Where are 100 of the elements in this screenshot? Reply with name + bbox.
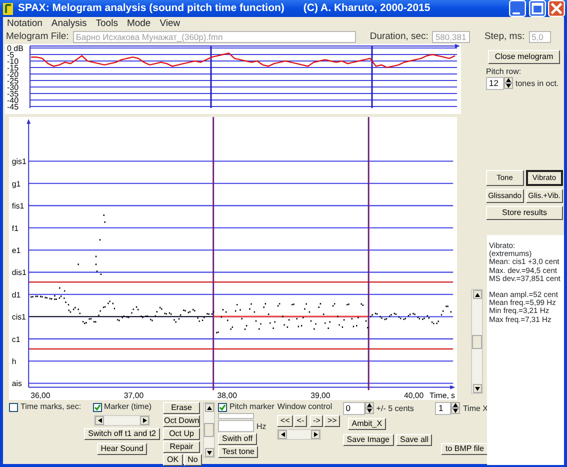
unit-label: +/- 5 cents — [376, 404, 414, 414]
pitch-label: cis1 — [12, 312, 26, 322]
edit-button[interactable]: Repair — [163, 441, 200, 453]
time-label: 37,00 — [124, 391, 144, 400]
field-label: Step, ms: — [484, 30, 525, 44]
switch-off-button[interactable]: Switch off t1 and t2 — [84, 428, 160, 440]
menu-item[interactable]: Tools — [96, 18, 118, 29]
store-results-button[interactable]: Store results — [486, 206, 563, 220]
pitch-label: g1 — [12, 179, 21, 188]
pitch-label: gis1 — [12, 157, 26, 166]
pitch-label: dis1 — [12, 268, 26, 278]
up-arrow-icon — [453, 403, 458, 407]
axis-label: -25 — [7, 76, 19, 86]
test-tone-button[interactable]: Test tone — [218, 446, 258, 458]
horizontal-scrollbar[interactable] — [277, 429, 322, 440]
spin-buttons[interactable] — [504, 77, 513, 90]
checkbox[interactable] — [92, 402, 102, 412]
scroll-button[interactable]: << — [277, 414, 293, 426]
ambit-button[interactable]: Ambit_X — [348, 418, 386, 430]
right-arrow-icon — [314, 432, 318, 437]
vertical-scrollbar[interactable] — [203, 402, 216, 458]
unit-label: tones in oct. — [516, 78, 559, 88]
menu-item[interactable]: View — [160, 18, 180, 29]
up-arrow-icon — [366, 403, 372, 407]
up-arrow-icon — [474, 292, 480, 296]
no-button[interactable]: No — [184, 454, 202, 466]
close-melogram-button[interactable]: Close melogram — [488, 50, 560, 64]
scrollbar-thumb[interactable] — [472, 334, 482, 348]
down-arrow-icon — [206, 450, 212, 454]
number-field[interactable]: 1 — [435, 402, 452, 415]
down-arrow-icon — [366, 409, 372, 413]
number-field[interactable]: 0 — [342, 402, 365, 415]
scroll-button[interactable]: >> — [324, 414, 340, 426]
checkbox[interactable] — [218, 402, 228, 412]
time-label: 40,00 — [404, 391, 424, 400]
time-marker-line — [371, 46, 373, 108]
checkbox-label: Pitch marker — [230, 402, 274, 412]
checkbox[interactable] — [9, 402, 18, 412]
close-button[interactable] — [548, 0, 565, 17]
left-arrow-icon — [98, 418, 102, 422]
pitch-label: c1 — [12, 334, 20, 344]
axis-label: -15 — [7, 64, 19, 72]
pitch-label: d1 — [12, 290, 21, 300]
down-arrow-icon — [453, 409, 458, 413]
ok-button[interactable]: OK — [163, 454, 183, 466]
checkbox-label: Marker (time) — [104, 402, 152, 412]
menu-item[interactable]: Mode — [126, 18, 151, 29]
left-arrow-icon — [280, 432, 285, 437]
vertical-scrollbar[interactable] — [471, 289, 483, 394]
time-label: 36,00 — [30, 391, 50, 400]
menu-item[interactable]: Notation — [7, 18, 42, 29]
edit-button[interactable]: Erase — [163, 402, 200, 414]
window-title: SPAX: Melogram analysis (sound pitch time function) — [18, 0, 284, 16]
swith-off-button[interactable]: Swith off — [218, 433, 257, 445]
hear-sound-button[interactable]: Hear Sound — [96, 442, 148, 454]
edit-button[interactable]: Oct Up — [163, 428, 200, 440]
maximize-button[interactable] — [528, 0, 546, 17]
field-label: Melogram File: — [6, 30, 69, 44]
down-arrow-icon — [474, 386, 480, 390]
pitch-label: h — [12, 357, 16, 366]
app-icon — [2, 2, 14, 16]
copyright-text: (C) A. Kharuto, 2000-2015 — [303, 0, 430, 16]
axis-label: -35 — [7, 90, 19, 98]
up-arrow-icon — [506, 78, 511, 82]
pitch-label: ais — [12, 379, 22, 388]
time-marker-line — [210, 46, 212, 108]
edit-button[interactable]: Oct Down — [163, 415, 200, 427]
time-label: 38,00 — [217, 391, 237, 400]
save-all-button[interactable]: Save all — [396, 434, 432, 446]
axis-label: -30 — [7, 83, 19, 92]
scroll-button[interactable]: <- — [294, 414, 308, 426]
menu-item[interactable]: Analysis — [51, 18, 87, 29]
axis-label: -40 — [7, 96, 19, 105]
unit-label: Hz — [256, 422, 266, 432]
right-arrow-icon — [142, 418, 147, 422]
scroll-button[interactable]: -> — [310, 414, 324, 426]
axis-label: -20 — [7, 70, 19, 79]
checkbox-label: Time marks, sec: — [20, 402, 82, 412]
spin-buttons[interactable] — [451, 402, 460, 415]
pitch-label: fis1 — [12, 202, 24, 211]
axis-label: -10 — [7, 57, 19, 66]
up-arrow-icon — [206, 406, 212, 410]
axis-title: Time, s — [430, 391, 455, 400]
horizontal-scrollbar[interactable] — [94, 414, 150, 426]
bmp-button[interactable]: to BMP file — [441, 443, 488, 455]
axis-label: 0 dB — [7, 44, 24, 53]
frequency-field[interactable] — [218, 420, 254, 432]
frequency-field[interactable] — [218, 413, 254, 419]
pitch-label: f1 — [12, 224, 18, 233]
axis-label: -45 — [7, 102, 19, 112]
group-label: Pitch row: — [486, 67, 522, 77]
save-image-button[interactable]: Save Image — [342, 434, 394, 446]
scrollbar-thumb[interactable] — [204, 423, 214, 437]
spin-buttons[interactable] — [364, 402, 374, 415]
minimize-button[interactable] — [509, 0, 526, 17]
pitch-label: e1 — [12, 246, 21, 255]
number-field[interactable]: 12 — [486, 77, 504, 90]
down-arrow-icon — [506, 84, 511, 88]
axis-label: -5 — [7, 50, 14, 60]
field-label: Duration, sec: — [370, 30, 428, 44]
